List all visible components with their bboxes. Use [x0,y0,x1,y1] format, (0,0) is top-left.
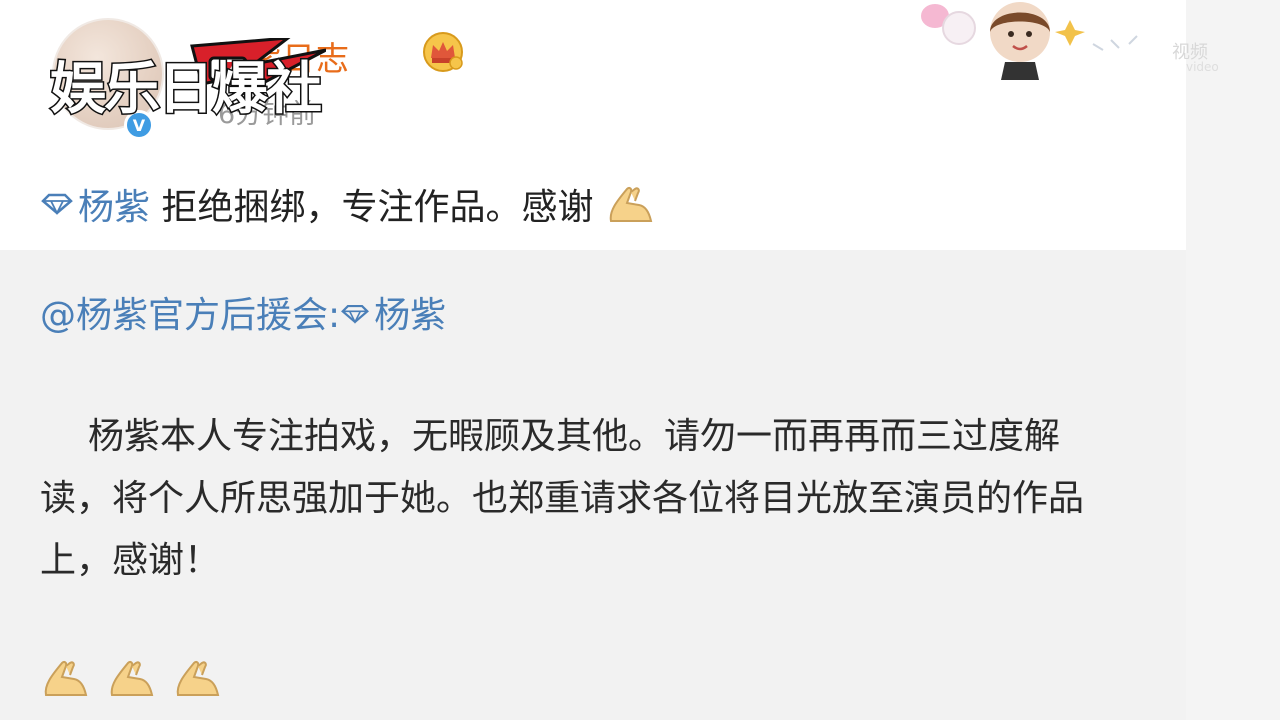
logo-text: 娱乐日爆社 [49,56,324,124]
right-gutter [1186,0,1280,720]
praying-hands-icon [176,661,220,696]
repost-source-link[interactable]: @杨紫官方后援会: [40,295,340,336]
praying-hands-icon [609,187,653,222]
praying-hands-icon [110,661,154,696]
watermark-sub: video [1186,60,1219,74]
praying-hands-icon [44,661,88,696]
repost-emoji-row [40,655,224,699]
crown-icon [423,32,463,72]
topic-link[interactable]: 杨紫 [78,187,150,228]
screen: V 杨紫日志 6分钟前 杨紫 拒绝捆绑，专注作品。感谢 @杨紫官方后援会: 杨紫… [0,0,1280,720]
diamond-icon [341,304,370,324]
repost-topic-link[interactable]: 杨紫 [374,295,446,336]
post-text: 杨紫 拒绝捆绑，专注作品。感谢 [40,178,657,230]
sticker-image [921,2,1138,80]
repost-header: @杨紫官方后援会: 杨紫 [40,286,446,338]
diamond-icon [41,193,73,215]
repost-body-text: 杨紫本人专注拍戏，无暇顾及其他。请勿一而再再而三过度解读，将个人所思强加于她。也… [40,416,1085,581]
status-text: 拒绝捆绑，专注作品。感谢 [150,187,594,228]
